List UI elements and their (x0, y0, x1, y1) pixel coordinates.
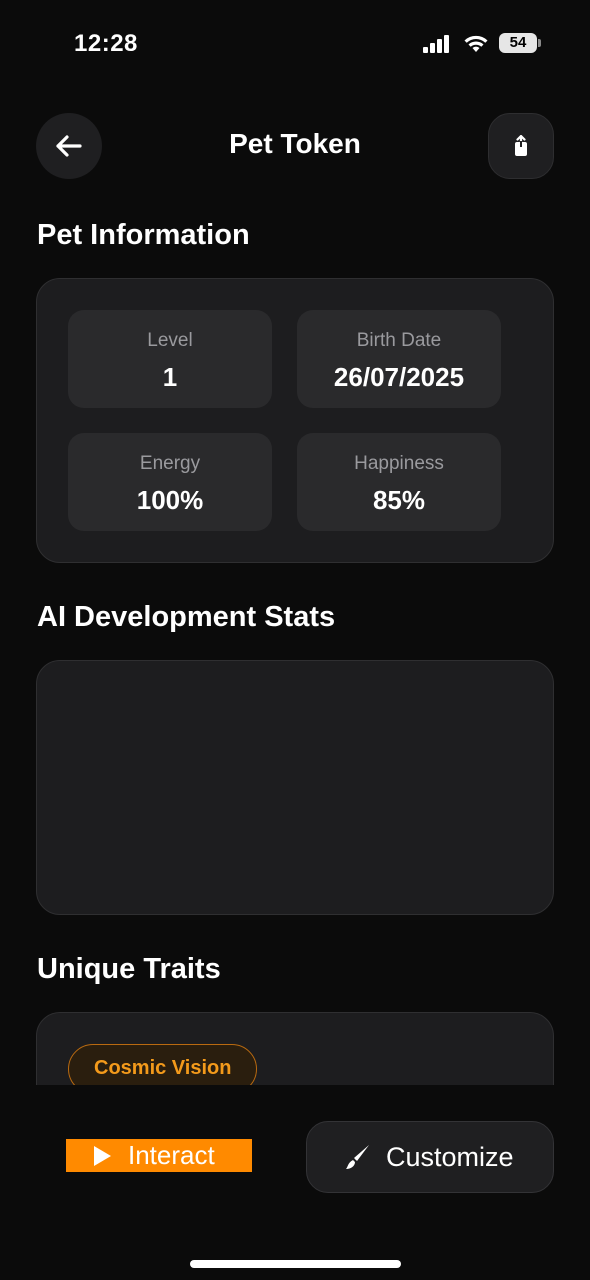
interact-button[interactable]: Interact (66, 1139, 252, 1172)
share-icon (515, 135, 527, 156)
stat-tile-birth-date: Birth Date 26/07/2025 (297, 310, 501, 408)
battery-icon: 54 (499, 33, 541, 53)
battery-level: 54 (499, 33, 537, 53)
stat-label: Energy (139, 453, 201, 474)
brush-icon (346, 1145, 369, 1169)
interact-label: Interact (128, 1140, 215, 1170)
signal-icon (423, 35, 449, 53)
stat-label: Happiness (354, 453, 444, 474)
pet-information-card: Level 1 Birth Date 26/07/2025 Energy 100… (36, 278, 554, 563)
play-icon (94, 1145, 111, 1166)
status-bar: 12:28 54 (0, 0, 590, 90)
pet-information-title: Pet Information (37, 219, 250, 251)
pet-token-screen: 12:28 54 Pet Token Pet Information Level… (0, 0, 590, 1280)
stat-tile-happiness: Happiness 85% (297, 433, 501, 531)
stat-tile-energy: Energy 100% (68, 433, 272, 531)
customize-label: Customize (386, 1141, 514, 1172)
bottom-action-bar: Interact Customize (0, 1085, 590, 1280)
stat-value: 85% (372, 485, 426, 515)
stat-tile-level: Level 1 (68, 310, 272, 408)
unique-traits-title: Unique Traits (37, 953, 221, 985)
stat-value: 26/07/2025 (333, 362, 465, 392)
status-time: 12:28 (74, 30, 138, 57)
customize-button[interactable]: Customize (306, 1121, 554, 1193)
ai-development-stats-title: AI Development Stats (37, 601, 336, 633)
stat-value: 1 (162, 362, 178, 392)
ai-development-stats-card (36, 660, 554, 915)
share-button[interactable] (488, 113, 554, 179)
wifi-icon (464, 35, 488, 52)
stat-value: 100% (136, 485, 204, 515)
battery-tip (538, 39, 541, 47)
home-indicator (190, 1260, 401, 1268)
stat-label: Level (147, 330, 193, 351)
stat-label: Birth Date (356, 330, 442, 351)
